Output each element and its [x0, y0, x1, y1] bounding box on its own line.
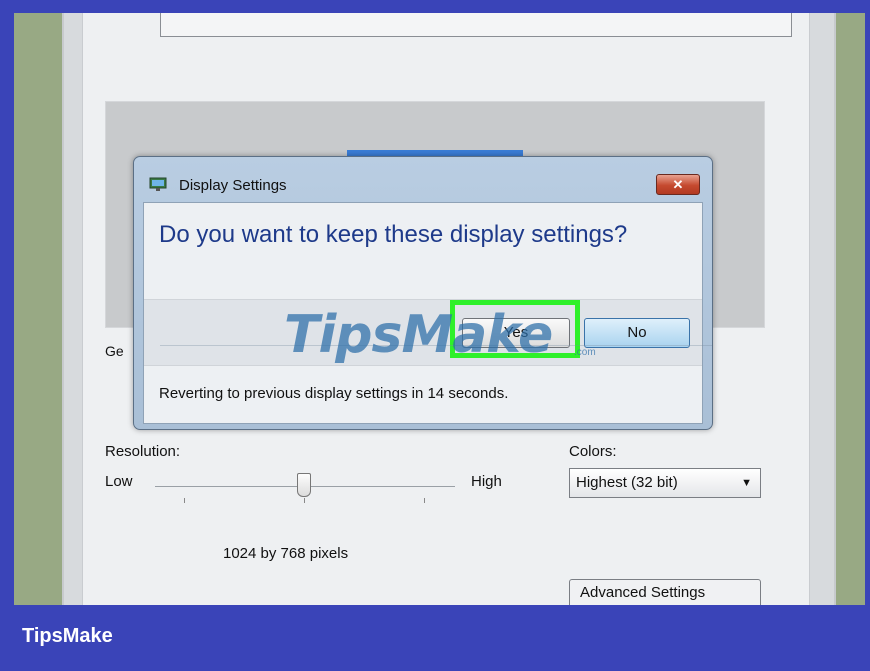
brand-logo: TipsMake — [22, 625, 113, 647]
resolution-low-label: Low — [105, 473, 133, 490]
slider-tick — [184, 498, 185, 503]
watermark-suffix: .com — [574, 347, 596, 358]
resolution-slider-thumb[interactable] — [297, 473, 311, 497]
top-box — [160, 13, 792, 37]
dialog-question: Do you want to keep these display settin… — [159, 221, 628, 248]
general-label: Ge — [105, 343, 124, 359]
display-settings-icon — [149, 177, 167, 191]
revert-countdown-text: Reverting to previous display settings i… — [159, 385, 509, 402]
brand-bar: TipsMake — [0, 605, 870, 671]
slider-tick — [304, 498, 305, 503]
chevron-down-icon: ▼ — [741, 477, 752, 489]
resolution-label: Resolution: — [105, 443, 181, 460]
close-icon[interactable]: ✕ — [656, 174, 700, 195]
resolution-high-label: High — [471, 473, 502, 490]
colors-label: Colors: — [569, 443, 617, 460]
confirm-dialog: Display Settings ✕ Do you want to keep t… — [133, 156, 713, 430]
dialog-title: Display Settings — [179, 177, 287, 194]
watermark-logo: TipsMake — [284, 305, 553, 365]
resolution-value: 1024 by 768 pixels — [223, 545, 349, 562]
no-button[interactable]: No — [584, 318, 690, 348]
colors-dropdown[interactable]: Highest (32 bit) ▼ — [569, 468, 761, 498]
colors-dropdown-value: Highest (32 bit) — [576, 474, 678, 491]
slider-tick — [424, 498, 425, 503]
advanced-settings-button[interactable]: Advanced Settings — [569, 579, 761, 605]
